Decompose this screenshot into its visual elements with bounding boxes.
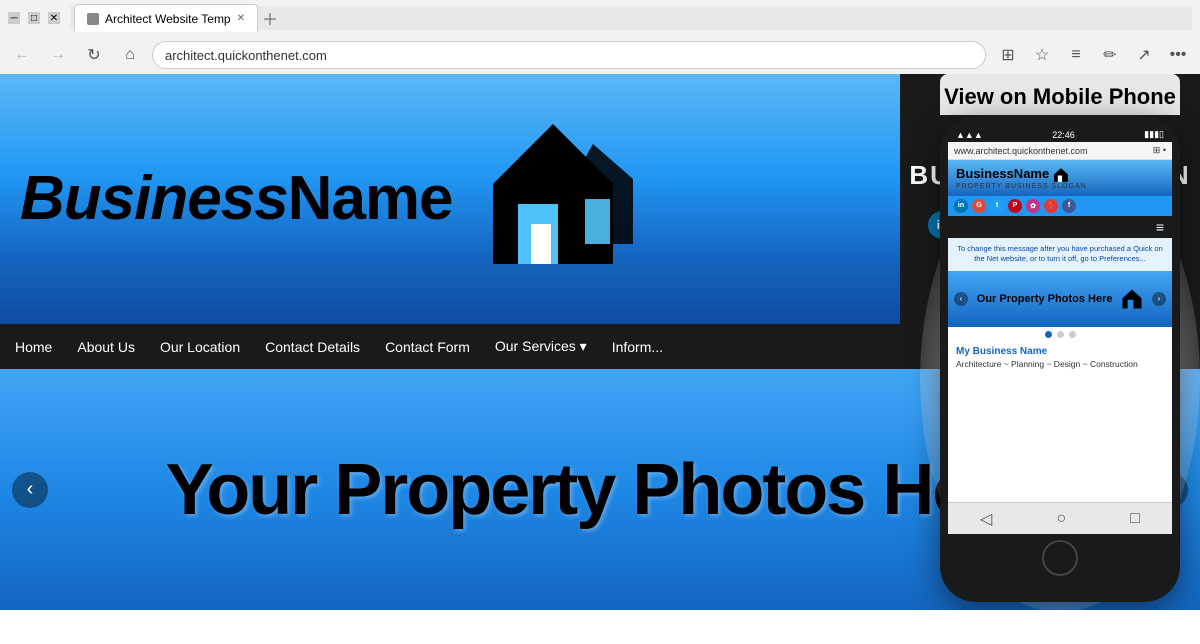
browser-chrome: ─ □ ✕ Architect Website Temp ✕ ＋ ← → ↻ ⌂…	[0, 0, 1200, 74]
share-button[interactable]: ↗	[1130, 41, 1158, 69]
phone-home-nav-icon[interactable]: ○	[1056, 510, 1066, 528]
phone-twitter-icon[interactable]: t	[990, 199, 1004, 213]
mobile-phone-overlay: View on Mobile Phone ▲▲▲ 22:46 ▮▮▮▯ www.…	[940, 74, 1180, 602]
phone-property-text: Our Property Photos Here	[977, 293, 1113, 305]
nav-services[interactable]: Our Services ▾	[495, 338, 587, 355]
phone-tagline: Architecture ~ Planning ~ Design ~ Const…	[948, 359, 1172, 377]
settings-button[interactable]: ≡	[1062, 41, 1090, 69]
phone-recent-icon[interactable]: □	[1130, 510, 1140, 528]
phone-linkedin-icon[interactable]: in	[954, 199, 968, 213]
home-button[interactable]: ⌂	[116, 41, 144, 69]
close-button[interactable]: ✕	[48, 12, 60, 24]
house-svg	[473, 114, 633, 284]
phone-banner-house-icon	[1121, 288, 1143, 310]
business-name-rest: Name	[288, 164, 453, 233]
website-content: BusinessName BUSINESS SLOGAN	[0, 74, 1200, 610]
new-tab-button[interactable]: ＋	[262, 6, 278, 30]
refresh-button[interactable]: ↻	[80, 41, 108, 69]
phone-container: ▲▲▲ 22:46 ▮▮▮▯ www.architect.quickonthen…	[940, 115, 1180, 602]
phone-address-bar: www.architect.quickonthenet.com ⊞ •	[948, 142, 1172, 160]
phone-dot-1[interactable]	[1045, 331, 1052, 338]
phone-dot-2[interactable]	[1057, 331, 1064, 338]
minimize-button[interactable]: ─	[8, 12, 20, 24]
back-button[interactable]: ←	[8, 41, 36, 69]
extensions-button[interactable]: ⊞	[994, 41, 1022, 69]
phone-brand-area: BusinessName PROPERTY BUSINESS SLOGAN	[956, 166, 1087, 190]
phone-slogan: PROPERTY BUSINESS SLOGAN	[956, 183, 1087, 190]
tab-close-icon[interactable]: ✕	[237, 13, 245, 24]
address-bar: ← → ↻ ⌂ ⊞ ☆ ≡ ✏ ↗ •••	[0, 36, 1200, 74]
phone-url: www.architect.quickonthenet.com	[954, 146, 1088, 156]
phone-time: 22:46	[1052, 130, 1075, 140]
phone-property-banner: ‹ Our Property Photos Here ›	[948, 271, 1172, 327]
browser-toolbar: ⊞ ☆ ≡ ✏ ↗ •••	[994, 41, 1192, 69]
phone-dot-3[interactable]	[1069, 331, 1076, 338]
phone-home-button[interactable]	[1042, 540, 1078, 576]
nav-location[interactable]: Our Location	[160, 339, 240, 355]
house-icon-large	[473, 114, 633, 284]
phone-info-message: To change this message after you have pu…	[948, 238, 1172, 271]
phone-screen: www.architect.quickonthenet.com ⊞ • Busi…	[948, 142, 1172, 502]
browser-tab[interactable]: Architect Website Temp ✕	[74, 4, 258, 32]
nav-contact-details[interactable]: Contact Details	[265, 339, 360, 355]
window-controls[interactable]: ─ □ ✕	[8, 12, 60, 24]
more-button[interactable]: •••	[1164, 41, 1192, 69]
tab-favicon-icon	[87, 13, 99, 25]
phone-bottom-nav: ◁ ○ □	[948, 502, 1172, 534]
phone-carousel-dots	[948, 327, 1172, 342]
phone-back-icon[interactable]: ◁	[980, 509, 992, 529]
business-name: BusinessName	[20, 168, 453, 230]
title-bar: ─ □ ✕ Architect Website Temp ✕ ＋	[0, 0, 1200, 36]
maximize-button[interactable]: □	[28, 12, 40, 24]
phone-facebook-icon[interactable]: f	[1062, 199, 1076, 213]
phone-brand: BusinessName	[956, 166, 1087, 183]
tab-title: Architect Website Temp	[105, 12, 231, 26]
banner-prev-arrow[interactable]: ‹	[12, 472, 48, 508]
phone-instagram-icon[interactable]: ✿	[1026, 199, 1040, 213]
phone-frame: ▲▲▲ 22:46 ▮▮▮▯ www.architect.quickonthen…	[940, 115, 1180, 602]
phone-next-arrow[interactable]: ›	[1152, 292, 1166, 306]
phone-location-icon[interactable]: 📍	[1044, 199, 1058, 213]
phone-nav-bar: ≡	[948, 216, 1172, 238]
phone-site-header: BusinessName PROPERTY BUSINESS SLOGAN	[948, 160, 1172, 196]
url-input[interactable]	[152, 41, 986, 69]
phone-hamburger-icon[interactable]: ≡	[1156, 219, 1164, 235]
phone-business-name: My Business Name	[948, 342, 1172, 359]
business-name-bold: Business	[20, 164, 288, 233]
phone-google-icon[interactable]: G	[972, 199, 986, 213]
phone-browser-icons: ⊞ •	[1153, 145, 1166, 156]
forward-button[interactable]: →	[44, 41, 72, 69]
phone-signal-icon: ▲▲▲	[956, 130, 983, 140]
nav-contact-form[interactable]: Contact Form	[385, 339, 470, 355]
bookmark-button[interactable]: ☆	[1028, 41, 1056, 69]
phone-pinterest-icon[interactable]: P	[1008, 199, 1022, 213]
phone-prev-arrow[interactable]: ‹	[954, 292, 968, 306]
nav-about[interactable]: About Us	[77, 339, 135, 355]
phone-battery-icon: ▮▮▮▯	[1144, 129, 1164, 140]
phone-house-icon	[1053, 167, 1069, 183]
property-banner-text: Your Property Photos Here	[166, 449, 1035, 531]
mobile-label: View on Mobile Phone	[940, 74, 1180, 115]
nav-home[interactable]: Home	[15, 339, 52, 355]
phone-social-bar: in G t P ✿ 📍 f	[948, 196, 1172, 216]
profile-button[interactable]: ✏	[1096, 41, 1124, 69]
nav-inform[interactable]: Inform...	[612, 339, 663, 355]
phone-status-bar: ▲▲▲ 22:46 ▮▮▮▯	[948, 127, 1172, 142]
